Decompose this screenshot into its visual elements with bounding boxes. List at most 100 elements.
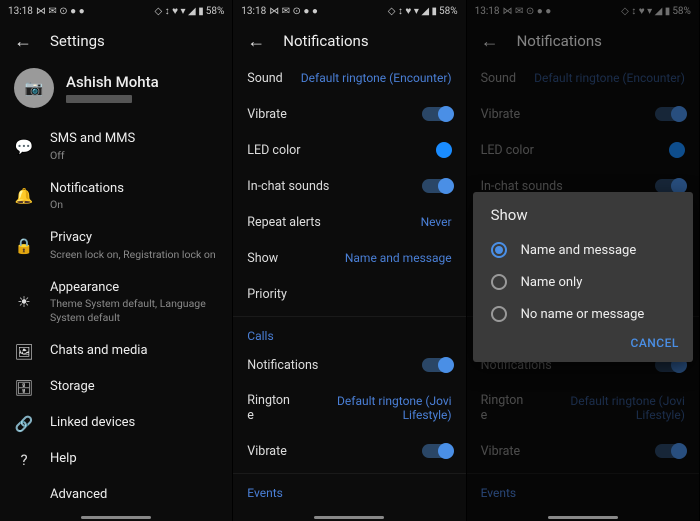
status-time: 13:18	[8, 6, 33, 17]
notif-label: Notifications	[247, 358, 318, 373]
notif-row[interactable]: Show Name and message	[233, 240, 465, 276]
events-header: Events	[233, 473, 465, 504]
item-subtitle: On	[50, 198, 218, 212]
notif-value: Default ringtone (Encounter)	[301, 71, 452, 85]
radio-option[interactable]: Name and message	[473, 234, 693, 266]
status-time: 13:18	[241, 6, 266, 17]
settings-item[interactable]: 🔔 NotificationsOn	[0, 172, 232, 222]
settings-item[interactable]: Advanced	[0, 478, 232, 513]
dialog-title: Show	[473, 206, 693, 234]
notifications-screen-dialog: 13:18⋈ ✉ ⊙ ● ● ◇ ↕ ♥ ▾ ◢ ▮58% ← Notifica…	[467, 0, 700, 521]
calls-header: Calls	[233, 316, 465, 347]
notif-row[interactable]: In-chat sounds	[233, 168, 465, 204]
nav-handle[interactable]	[548, 516, 618, 519]
item-icon: ☀	[14, 293, 34, 311]
settings-list: 💬 SMS and MMSOff 🔔 NotificationsOn 🔒 PrivacyS…	[0, 122, 232, 513]
radio-icon	[491, 306, 507, 322]
notif-row[interactable]: RingtoneDefault ringtone (Jovi Lifestyle…	[233, 383, 465, 433]
notif-label: LED color	[247, 143, 300, 158]
toggle-switch[interactable]	[422, 444, 452, 458]
radio-option[interactable]: No name or message	[473, 298, 693, 330]
settings-item[interactable]: 🔒 PrivacyScreen lock on, Registration loc…	[0, 221, 232, 271]
notif-row[interactable]: Sound Default ringtone (Encounter)	[233, 60, 465, 96]
notif-label: Priority	[247, 287, 287, 302]
notif-label: Vibrate	[247, 107, 287, 122]
nav-handle[interactable]	[314, 516, 384, 519]
notif-value: Name and message	[345, 251, 452, 265]
battery-percent: 58%	[439, 6, 458, 17]
settings-item[interactable]: ☀ AppearanceTheme System default, Languag…	[0, 271, 232, 334]
page-title: Notifications	[283, 32, 368, 50]
notif-label: Vibrate	[247, 444, 287, 459]
radio-icon	[491, 274, 507, 290]
status-icons-left: ⋈ ✉ ⊙ ● ●	[36, 6, 85, 17]
item-icon: ?	[14, 451, 34, 469]
item-icon: 🗄	[14, 379, 34, 397]
back-arrow-icon[interactable]: ←	[247, 31, 265, 52]
notif-row[interactable]: Repeat alerts Never	[233, 204, 465, 240]
show-dialog: Show Name and message Name only No name or…	[473, 192, 693, 362]
cancel-button[interactable]: CANCEL	[630, 336, 678, 350]
app-bar: ← Notifications	[233, 22, 465, 60]
notif-value: Never	[421, 215, 452, 229]
notif-label: In-chat sounds	[247, 179, 329, 194]
item-subtitle: Screen lock on, Registration lock on	[50, 248, 218, 262]
status-bar: 13:18⋈ ✉ ⊙ ● ● ◇ ↕ ♥ ▾ ◢ ▮58%	[0, 0, 232, 22]
settings-item[interactable]: ? Help	[0, 442, 232, 478]
camera-icon: 📷	[25, 79, 44, 97]
profile-row[interactable]: 📷 Ashish Mohta	[0, 60, 232, 122]
calls-list: Notifications RingtoneDefault ringtone (J…	[233, 347, 465, 469]
item-icon: 💬	[14, 138, 34, 156]
radio-option[interactable]: Name only	[473, 266, 693, 298]
settings-item[interactable]: 🖼 Chats and media	[0, 334, 232, 370]
item-title: Chats and media	[50, 343, 218, 360]
notif-row[interactable]: Notifications	[233, 347, 465, 383]
settings-item[interactable]: 💬 SMS and MMSOff	[0, 122, 232, 172]
battery-percent: 58%	[206, 6, 225, 17]
settings-item[interactable]: 🔗 Linked devices	[0, 406, 232, 442]
notif-label: Repeat alerts	[247, 215, 321, 230]
item-icon: 🔔	[14, 187, 34, 205]
settings-item[interactable]: 🗄Storage	[0, 370, 232, 406]
radio-label: Name and message	[521, 243, 637, 258]
toggle-switch[interactable]	[422, 107, 452, 121]
notif-row[interactable]: LED color	[233, 132, 465, 168]
toggle-switch[interactable]	[422, 179, 452, 193]
led-color-dot[interactable]	[436, 142, 452, 158]
notif-label: Sound	[247, 71, 282, 86]
page-title: Settings	[50, 32, 105, 50]
item-subtitle: Off	[50, 149, 218, 163]
item-title: SMS and MMS	[50, 131, 218, 148]
settings-screen: 13:18⋈ ✉ ⊙ ● ● ◇ ↕ ♥ ▾ ◢ ▮58% ← Settings…	[0, 0, 233, 521]
item-title: Linked devices	[50, 415, 218, 432]
status-icons-right: ◇ ↕ ♥ ▾ ◢ ▮	[154, 6, 203, 17]
nav-handle[interactable]	[81, 516, 151, 519]
notif-label: Show	[247, 251, 278, 266]
notif-list: Sound Default ringtone (Encounter) Vibrate…	[233, 60, 465, 312]
item-subtitle: Theme System default, Language System de…	[50, 297, 218, 324]
profile-name: Ashish Mohta	[66, 73, 159, 91]
item-icon: 🖼	[14, 343, 34, 361]
avatar: 📷	[14, 68, 54, 108]
radio-label: No name or message	[521, 307, 645, 322]
status-icons-right: ◇ ↕ ♥ ▾ ◢ ▮	[388, 6, 437, 17]
item-icon: 🔗	[14, 415, 34, 433]
item-title: Notifications	[50, 181, 218, 198]
notif-row[interactable]: Vibrate	[233, 433, 465, 469]
notif-value: Default ringtone (Jovi Lifestyle)	[294, 394, 452, 422]
item-title: Advanced	[50, 487, 218, 504]
back-arrow-icon[interactable]: ←	[14, 31, 32, 52]
radio-label: Name only	[521, 275, 583, 290]
item-icon: 🔒	[14, 237, 34, 255]
notif-label: Ringtone	[247, 393, 294, 423]
profile-subtitle-redacted	[66, 95, 132, 103]
notif-row[interactable]: Priority	[233, 276, 465, 312]
item-title: Appearance	[50, 280, 218, 297]
app-bar: ← Settings	[0, 22, 232, 60]
item-title: Privacy	[50, 230, 218, 247]
item-title: Help	[50, 451, 218, 468]
radio-icon	[491, 242, 507, 258]
status-icons-left: ⋈ ✉ ⊙ ● ●	[269, 6, 318, 17]
toggle-switch[interactable]	[422, 358, 452, 372]
notif-row[interactable]: Vibrate	[233, 96, 465, 132]
